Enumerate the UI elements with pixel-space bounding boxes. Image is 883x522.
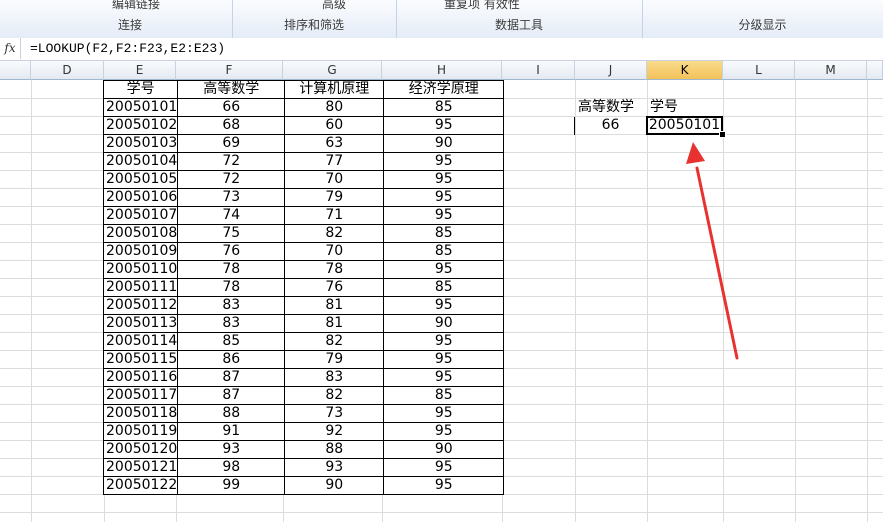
annotation-arrow [686,142,739,360]
arrow-head [686,142,705,164]
arrow-shaft [695,166,739,360]
